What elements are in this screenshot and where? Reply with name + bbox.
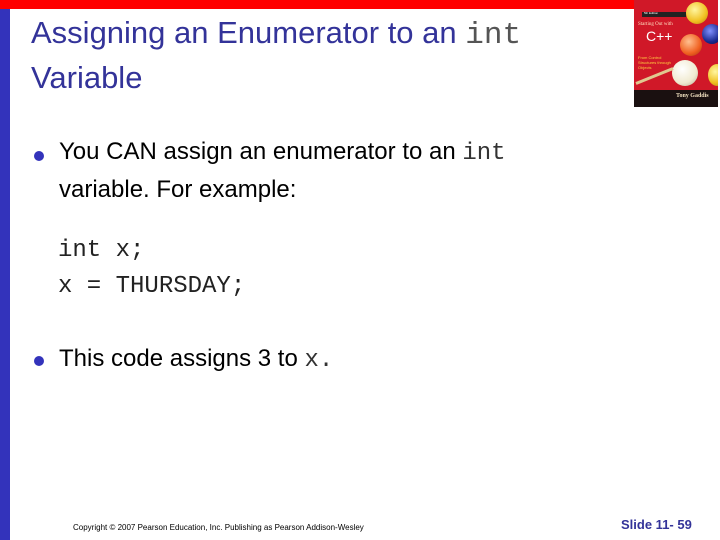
bullet-icon: [34, 151, 44, 161]
billiard-ball-yellow-2: [708, 64, 718, 86]
top-accent-bar: [0, 0, 634, 9]
cover-language: C++: [646, 28, 673, 44]
bullet-item: This code assigns 3 to x.: [59, 341, 619, 379]
left-accent-bar: [0, 9, 10, 540]
cover-edition: 5th Edition: [644, 11, 659, 15]
billiard-ball-white: [672, 60, 698, 86]
code-line: int x;: [58, 237, 145, 264]
code-line: x = THURSDAY;: [58, 273, 246, 300]
billiard-ball-blue: [702, 24, 718, 44]
bullet-text: This code assigns 3 to: [59, 345, 305, 372]
bullet-icon: [34, 356, 44, 366]
billiard-ball-yellow: [686, 2, 708, 24]
copyright-footer: Copyright © 2007 Pearson Education, Inc.…: [73, 523, 364, 532]
bullet-item: You CAN assign an enumerator to an int v…: [59, 134, 619, 208]
bullet-text-line2: variable. For example:: [59, 176, 297, 203]
book-cover-image: 5th Edition Starting Out with C++ From C…: [634, 0, 718, 107]
code-example: int x; x = THURSDAY;: [58, 233, 245, 305]
bullet-code: x.: [304, 347, 334, 374]
bullet-text: You CAN assign an enumerator to an: [59, 138, 463, 165]
bullet-code: int: [462, 140, 506, 167]
title-code: int: [465, 18, 522, 53]
cover-series: Starting Out with: [638, 22, 673, 27]
cover-author: Tony Gaddis: [676, 93, 709, 99]
title-text: Assigning an Enumerator to an: [31, 15, 466, 50]
billiard-ball-orange: [680, 34, 702, 56]
slide-number: Slide 11- 59: [621, 517, 692, 532]
slide-title: Assigning an Enumerator to an int Variab…: [31, 12, 631, 99]
title-text-line2: Variable: [31, 60, 143, 95]
